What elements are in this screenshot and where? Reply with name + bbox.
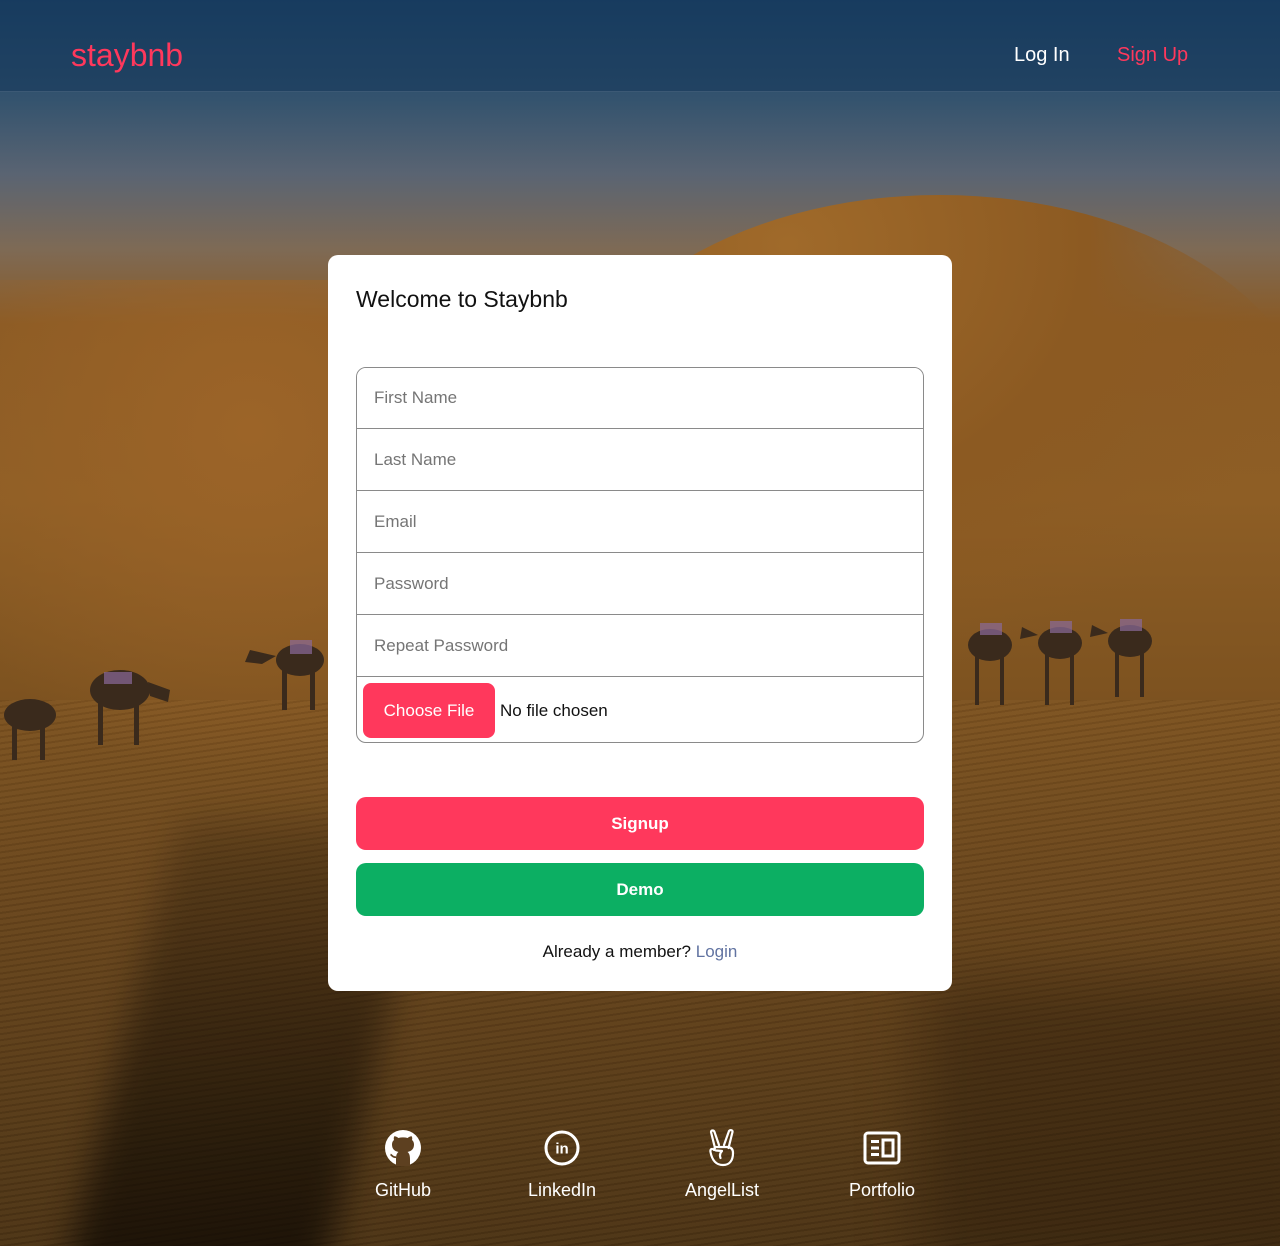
email-input[interactable] (357, 491, 923, 553)
camel-caravan-right (968, 619, 1152, 705)
login-link[interactable]: Login (696, 942, 738, 961)
nav-login-link[interactable]: Log In (1014, 43, 1070, 67)
angellist-icon (709, 1129, 735, 1167)
file-upload-row: Choose File No file chosen (357, 677, 923, 742)
dune-shadow (920, 980, 1280, 1246)
footer-label-angellist: AngelList (684, 1180, 760, 1200)
github-icon (385, 1130, 421, 1166)
file-status: No file chosen (500, 700, 608, 720)
footer-link-angellist[interactable]: AngelList (662, 1128, 782, 1201)
first-name-input[interactable] (357, 368, 923, 429)
portfolio-icon (863, 1131, 901, 1165)
footer-link-github[interactable]: GitHub (343, 1128, 463, 1201)
linkedin-icon: in (544, 1130, 580, 1166)
member-prompt-text: Already a member? (542, 942, 691, 961)
footer-link-linkedin[interactable]: in LinkedIn (502, 1128, 622, 1201)
logo[interactable]: staybnb (71, 36, 183, 74)
nav-signup-link[interactable]: Sign Up (1117, 43, 1188, 67)
footer-label-github: GitHub (374, 1180, 432, 1200)
modal-title: Welcome to Staybnb (356, 286, 568, 312)
signup-button[interactable]: Signup (356, 797, 924, 850)
choose-file-button[interactable]: Choose File (363, 683, 495, 738)
repeat-password-input[interactable] (357, 615, 923, 677)
footer-label-linkedin: LinkedIn (527, 1180, 597, 1200)
signup-modal: Welcome to Staybnb Choose File No file c… (328, 255, 952, 991)
signup-form-fields: Choose File No file chosen (356, 367, 924, 743)
footer-link-portfolio[interactable]: Portfolio (822, 1128, 942, 1201)
password-input[interactable] (357, 553, 923, 615)
last-name-input[interactable] (357, 429, 923, 491)
top-navbar: staybnb Log In Sign Up (0, 0, 1280, 92)
camel-caravan-left (4, 640, 324, 760)
footer-label-portfolio: Portfolio (848, 1180, 916, 1200)
svg-text:in: in (555, 1141, 568, 1158)
demo-button[interactable]: Demo (356, 863, 924, 916)
member-prompt-row: Already a member? Login (328, 942, 952, 962)
